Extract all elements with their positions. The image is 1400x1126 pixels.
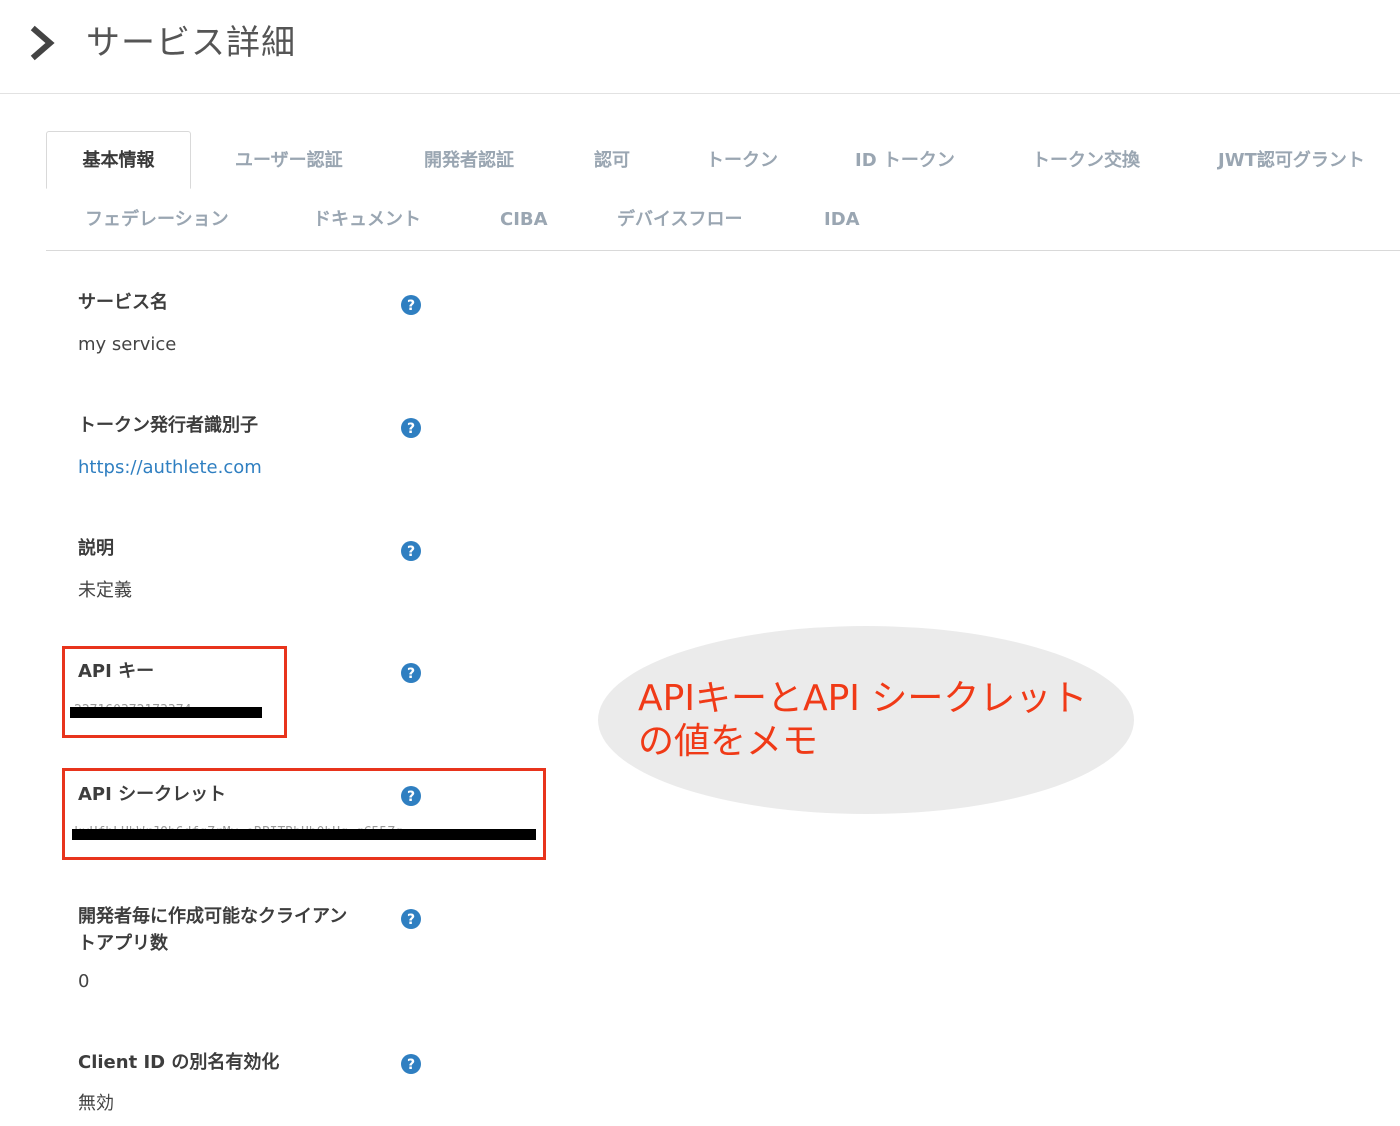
tab-jwt-grant[interactable]: JWT認可グラント: [1218, 148, 1365, 174]
svg-text:?: ?: [407, 298, 415, 314]
service-name-value: my service: [78, 334, 177, 355]
svg-text:?: ?: [407, 544, 415, 560]
help-icon[interactable]: ?: [401, 541, 421, 561]
tab-federation[interactable]: フェデレーション: [85, 207, 229, 233]
client-id-alias-value: 無効: [78, 1093, 114, 1114]
max-clients-label: 開発者毎に作成可能なクライアン トアプリ数: [78, 903, 347, 957]
max-clients-value: 0: [78, 971, 90, 992]
max-clients-label-line2: トアプリ数: [78, 933, 168, 954]
svg-text:?: ?: [407, 666, 415, 682]
tab-documents[interactable]: ドキュメント: [313, 207, 421, 233]
callout-text: APIキーとAPI シークレット の値をメモ: [638, 677, 1087, 763]
tab-device-flow[interactable]: デバイスフロー: [617, 207, 742, 233]
help-icon[interactable]: ?: [401, 909, 421, 929]
callout-line1: APIキーとAPI シークレット: [638, 678, 1088, 719]
tab-ciba[interactable]: CIBA: [500, 207, 548, 233]
page-header: サービス詳細: [0, 0, 1400, 94]
svg-text:?: ?: [407, 421, 415, 437]
svg-text:?: ?: [407, 1057, 415, 1073]
client-id-alias-label: Client ID の別名有効化: [78, 1052, 280, 1073]
tab-authorization[interactable]: 認可: [594, 148, 630, 174]
service-name-label: サービス名: [78, 292, 168, 313]
tab-token-exchange[interactable]: トークン交換: [1032, 148, 1140, 174]
tab-developer-auth[interactable]: 開発者認証: [424, 148, 514, 174]
api-key-highlight-box: [62, 646, 287, 738]
tab-token[interactable]: トークン: [706, 148, 778, 174]
help-icon[interactable]: ?: [401, 663, 421, 683]
callout-line2: の値をメモ: [638, 721, 819, 762]
chevron-right-icon[interactable]: [28, 24, 58, 62]
tab-bar: 基本情報 ユーザー認証 開発者認証 認可 トークン ID トークン トークン交換…: [46, 131, 1400, 251]
page-title: サービス詳細: [86, 23, 296, 63]
max-clients-label-line1: 開発者毎に作成可能なクライアン: [78, 906, 348, 927]
tab-user-auth[interactable]: ユーザー認証: [235, 148, 343, 174]
help-icon[interactable]: ?: [401, 295, 421, 315]
help-icon[interactable]: ?: [401, 1054, 421, 1074]
description-label: 説明: [78, 538, 114, 559]
token-issuer-label: トークン発行者識別子: [78, 415, 258, 436]
token-issuer-link[interactable]: https://authlete.com: [78, 455, 262, 481]
description-value: 未定義: [78, 580, 132, 601]
api-secret-highlight-box: [62, 768, 546, 860]
svg-text:?: ?: [407, 912, 415, 928]
tab-basic-info[interactable]: 基本情報: [46, 131, 191, 189]
tab-id-token[interactable]: ID トークン: [855, 148, 955, 174]
tab-ida[interactable]: IDA: [824, 207, 860, 233]
service-detail-page: サービス詳細 基本情報 ユーザー認証 開発者認証 認可 トークン ID トークン…: [0, 0, 1400, 1126]
help-icon[interactable]: ?: [401, 418, 421, 438]
